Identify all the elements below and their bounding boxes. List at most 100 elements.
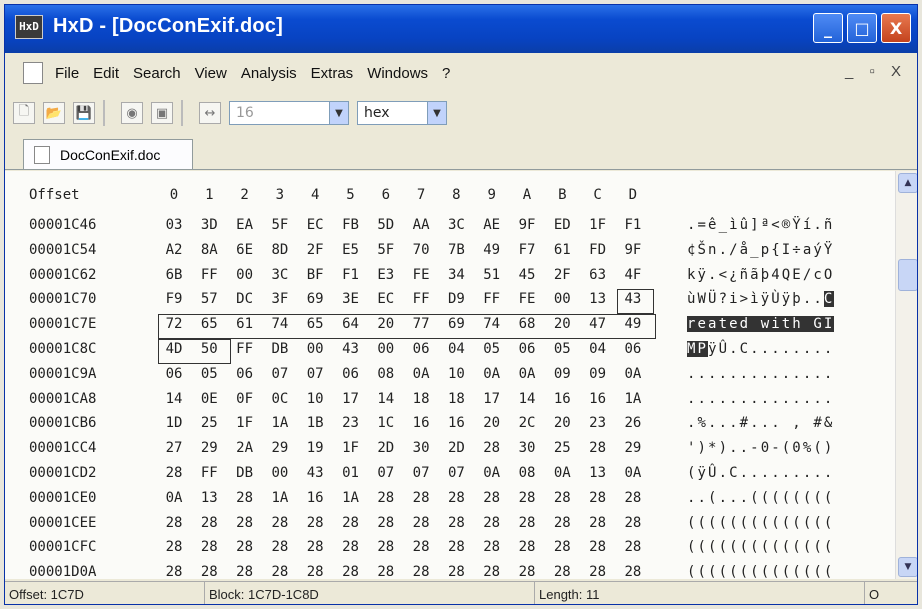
- hex-byte[interactable]: 28: [549, 515, 575, 531]
- hex-byte[interactable]: 65: [302, 316, 328, 332]
- hex-byte[interactable]: FD: [585, 242, 611, 258]
- hex-byte[interactable]: 28: [196, 515, 222, 531]
- hex-byte[interactable]: E5: [338, 242, 364, 258]
- hex-byte[interactable]: 28: [443, 539, 469, 555]
- hex-byte[interactable]: 28: [408, 539, 434, 555]
- hex-byte[interactable]: BF: [302, 267, 328, 283]
- hex-row[interactable]: 00001C70 F9 57 DC 3F 69 3E EC FF D9 FF FE 00 13 43 ùWÜ?…: [5, 291, 895, 315]
- hex-byte[interactable]: 28: [302, 539, 328, 555]
- hex-byte[interactable]: 20: [549, 415, 575, 431]
- hex-byte[interactable]: 1F: [232, 415, 258, 431]
- hex-byte[interactable]: 28: [443, 490, 469, 506]
- hex-row[interactable]: 00001CC4 27 29 2A 29 19 1F 2D 30 2D 28 30 25 28 29 ')*)…: [5, 440, 895, 464]
- hex-byte[interactable]: 01: [338, 465, 364, 481]
- hex-byte[interactable]: 25: [549, 440, 575, 456]
- title-bar[interactable]: HxD HxD - [DocConExif.doc] _ □ X: [5, 5, 917, 53]
- hex-byte[interactable]: 3C: [443, 217, 469, 233]
- hex-byte[interactable]: E3: [373, 267, 399, 283]
- hex-byte[interactable]: 49: [479, 242, 505, 258]
- hex-byte[interactable]: 28: [408, 490, 434, 506]
- hex-byte[interactable]: 72: [161, 316, 187, 332]
- ascii-text[interactable]: ùWÜ?i>ìÿÙÿþ..C: [687, 291, 835, 308]
- hex-byte[interactable]: 65: [196, 316, 222, 332]
- hex-byte[interactable]: 64: [338, 316, 364, 332]
- hex-byte[interactable]: 29: [620, 440, 646, 456]
- hex-byte[interactable]: 43: [338, 341, 364, 357]
- hex-byte[interactable]: 0A: [549, 465, 575, 481]
- hex-row[interactable]: 00001CD2 28 FF DB 00 43 01 07 07 07 0A 08 0A 13 0A (ÿÛ.…: [5, 465, 895, 489]
- hex-byte[interactable]: 07: [302, 366, 328, 382]
- hex-row[interactable]: 00001CE0 0A 13 28 1A 16 1A 28 28 28 28 28 28 28 28 ..(.…: [5, 490, 895, 514]
- hex-byte[interactable]: 19: [302, 440, 328, 456]
- hex-byte[interactable]: AA: [408, 217, 434, 233]
- hex-byte[interactable]: 0C: [267, 391, 293, 407]
- ascii-text[interactable]: ..............: [687, 366, 834, 382]
- hex-byte[interactable]: 4F: [620, 267, 646, 283]
- hex-byte[interactable]: 3E: [338, 291, 364, 307]
- hex-byte[interactable]: 0E: [196, 391, 222, 407]
- hex-byte[interactable]: 2A: [232, 440, 258, 456]
- hex-byte[interactable]: 5D: [373, 217, 399, 233]
- hex-byte[interactable]: 09: [585, 366, 611, 382]
- hex-byte[interactable]: 34: [443, 267, 469, 283]
- ascii-text[interactable]: .%...#... , #&: [687, 415, 834, 431]
- hex-byte[interactable]: 25: [196, 415, 222, 431]
- hex-byte[interactable]: 28: [514, 490, 540, 506]
- hex-byte[interactable]: 69: [443, 316, 469, 332]
- menu-extras[interactable]: Extras: [311, 65, 354, 82]
- hex-byte[interactable]: 00: [267, 465, 293, 481]
- scroll-up-button[interactable]: ▲: [898, 173, 917, 193]
- document-icon[interactable]: [23, 62, 43, 84]
- hex-editor-view[interactable]: Offset 0123456789ABCD 00001C46 03 3D EA 5F EC…: [5, 171, 895, 579]
- hex-row[interactable]: 00001CFC 28 28 28 28 28 28 28 28 28 28 28 28 28 28 ((((…: [5, 539, 895, 563]
- hex-byte[interactable]: 28: [373, 564, 399, 579]
- hex-byte[interactable]: EC: [302, 217, 328, 233]
- hex-byte[interactable]: FE: [408, 267, 434, 283]
- hex-byte[interactable]: 28: [585, 515, 611, 531]
- hex-byte[interactable]: 5F: [267, 217, 293, 233]
- hex-byte[interactable]: 20: [549, 316, 575, 332]
- hex-byte[interactable]: 6B: [161, 267, 187, 283]
- hxd-app-icon[interactable]: HxD: [15, 15, 43, 39]
- hex-byte[interactable]: 0A: [479, 366, 505, 382]
- hex-byte[interactable]: 29: [267, 440, 293, 456]
- hex-byte[interactable]: 18: [443, 391, 469, 407]
- hex-byte[interactable]: AE: [479, 217, 505, 233]
- hex-byte[interactable]: 14: [161, 391, 187, 407]
- hex-byte[interactable]: 00: [302, 341, 328, 357]
- hex-byte[interactable]: 28: [267, 564, 293, 579]
- hex-byte[interactable]: 7B: [443, 242, 469, 258]
- hex-byte[interactable]: 28: [620, 539, 646, 555]
- hex-byte[interactable]: 28: [232, 515, 258, 531]
- hex-row[interactable]: 00001C8C 4D 50 FF DB 00 43 00 06 04 05 06 05 04 06 MPÿÛ…: [5, 341, 895, 365]
- vertical-scrollbar[interactable]: ▲ ▼: [895, 171, 917, 579]
- hex-byte[interactable]: 28: [514, 564, 540, 579]
- hex-byte[interactable]: 28: [338, 539, 364, 555]
- hex-byte[interactable]: 28: [585, 440, 611, 456]
- hex-byte[interactable]: 17: [338, 391, 364, 407]
- hex-byte[interactable]: 07: [408, 465, 434, 481]
- hex-byte[interactable]: 0A: [620, 465, 646, 481]
- ascii-text[interactable]: kÿ.<¿ñãþ4QE/cO: [687, 267, 834, 283]
- menu-edit[interactable]: Edit: [93, 65, 119, 82]
- new-file-icon[interactable]: 🗋: [13, 102, 35, 124]
- hex-byte[interactable]: 61: [549, 242, 575, 258]
- hex-byte[interactable]: 28: [196, 539, 222, 555]
- hex-byte[interactable]: FF: [479, 291, 505, 307]
- hex-byte[interactable]: 28: [585, 490, 611, 506]
- hex-byte[interactable]: 28: [514, 539, 540, 555]
- chevron-down-icon[interactable]: ▼: [427, 102, 446, 124]
- hex-byte[interactable]: 06: [514, 341, 540, 357]
- hex-byte[interactable]: 28: [161, 564, 187, 579]
- hex-byte[interactable]: 16: [549, 391, 575, 407]
- hex-byte[interactable]: 1B: [302, 415, 328, 431]
- hex-byte[interactable]: 10: [443, 366, 469, 382]
- open-file-icon[interactable]: 📂: [43, 102, 65, 124]
- hex-byte[interactable]: 1D: [161, 415, 187, 431]
- hex-byte[interactable]: 57: [196, 291, 222, 307]
- hex-byte[interactable]: 68: [514, 316, 540, 332]
- hex-byte[interactable]: 14: [514, 391, 540, 407]
- hex-byte[interactable]: 28: [232, 564, 258, 579]
- ascii-text[interactable]: ((((((((((((((: [687, 564, 834, 579]
- hex-byte[interactable]: 0F: [232, 391, 258, 407]
